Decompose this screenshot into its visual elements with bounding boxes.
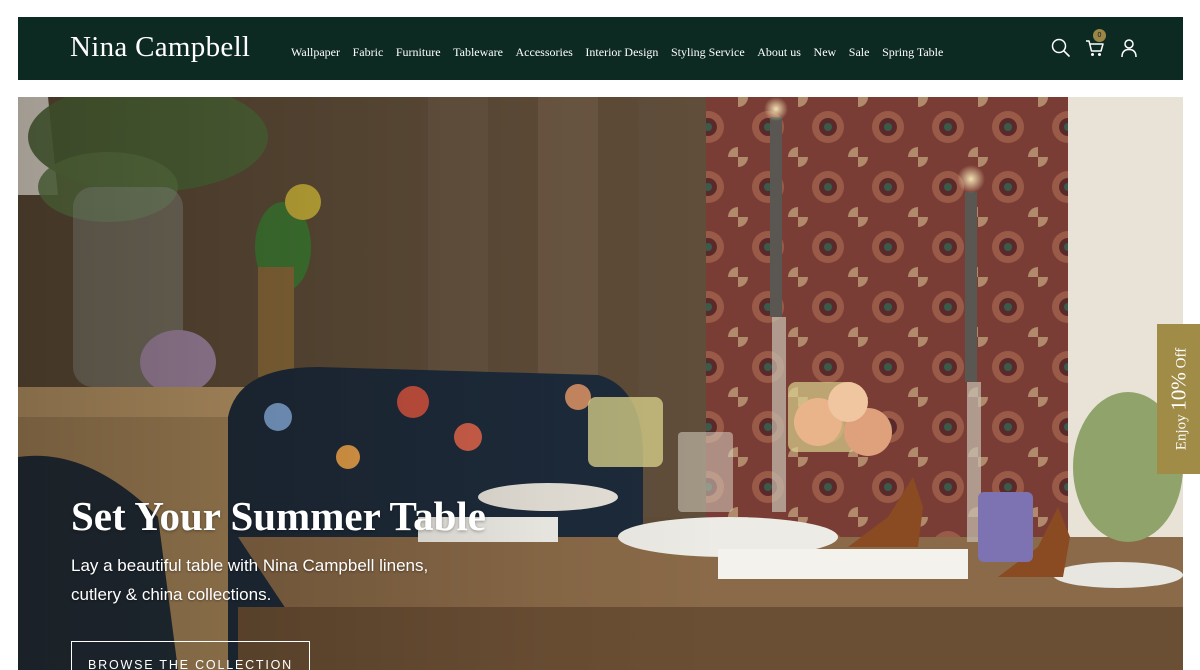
nav-item-tableware[interactable]: Tableware [453,45,503,60]
site-header: Nina Campbell Wallpaper Fabric Furniture… [18,17,1183,80]
user-icon[interactable] [1118,37,1140,59]
cart-icon[interactable]: 0 [1084,29,1106,59]
nav-item-about-us[interactable]: About us [757,45,801,60]
browse-collection-button[interactable]: BROWSE THE COLLECTION [71,641,310,670]
hero-title: Set Your Summer Table [71,493,487,539]
main-nav: Wallpaper Fabric Furniture Tableware Acc… [291,45,956,60]
nav-item-fabric[interactable]: Fabric [353,45,384,60]
nav-item-sale[interactable]: Sale [849,45,870,60]
cart-count-badge: 0 [1093,29,1106,42]
search-icon[interactable] [1050,37,1072,59]
nav-item-wallpaper[interactable]: Wallpaper [291,45,340,60]
nav-item-spring-table[interactable]: Spring Table [882,45,943,60]
promo-prefix: Enjoy [1173,410,1189,451]
promo-suffix: Off [1173,347,1189,373]
hero-banner: Set Your Summer Table Lay a beautiful ta… [18,97,1183,670]
brand-logo[interactable]: Nina Campbell [70,31,250,64]
hero-subtitle: Lay a beautiful table with Nina Campbell… [71,556,429,604]
promo-discount-tab[interactable]: Enjoy 10% Off [1157,324,1200,474]
nav-item-styling-service[interactable]: Styling Service [671,45,745,60]
promo-amount: 10% [1166,372,1190,411]
promo-tab-label: Enjoy 10% Off [1166,348,1191,450]
nav-item-new[interactable]: New [814,45,837,60]
nav-item-accessories[interactable]: Accessories [516,45,573,60]
header-actions: 0 [1050,29,1140,59]
nav-item-interior-design[interactable]: Interior Design [585,45,658,60]
nav-item-furniture[interactable]: Furniture [396,45,441,60]
